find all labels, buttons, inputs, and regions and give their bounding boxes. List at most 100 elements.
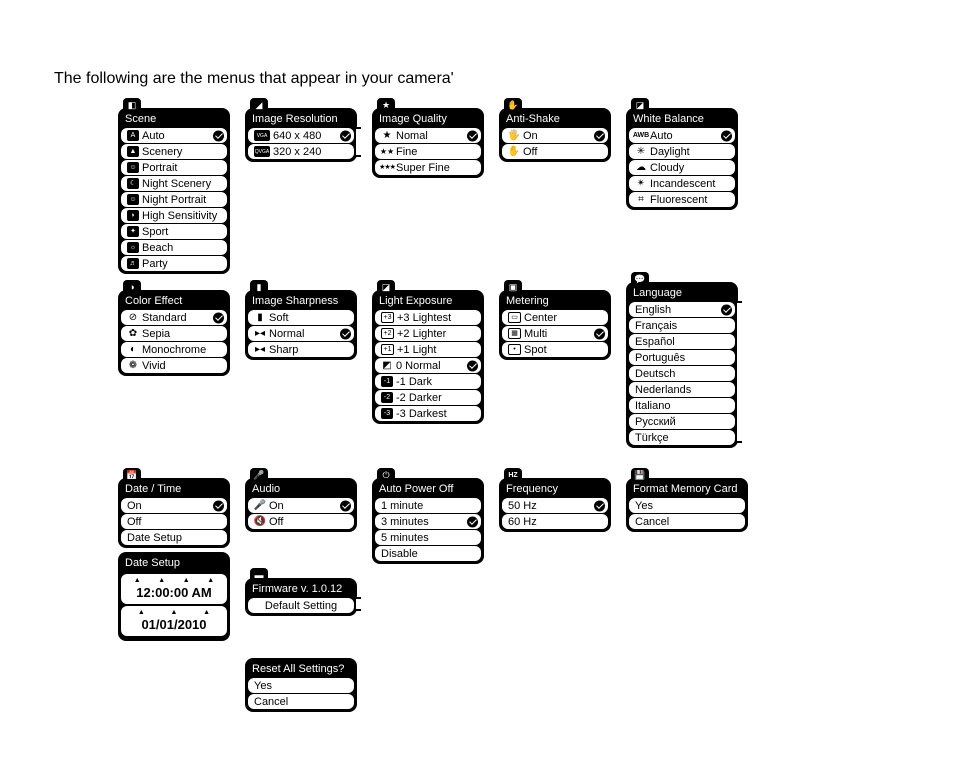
scene-panel: ◧ Scene AAuto ▲Scenery ☺Portrait ☾Night … — [118, 108, 230, 274]
wb-option[interactable]: AWBAuto — [629, 128, 735, 143]
firmware-option[interactable]: Default Setting — [248, 598, 354, 613]
check-icon — [467, 360, 478, 371]
autopower-title: Auto Power Off — [375, 481, 481, 498]
scene-option[interactable]: ◗High Sensitivity — [121, 208, 227, 223]
audio-option[interactable]: 🎤On — [248, 498, 354, 513]
format-option[interactable]: Yes — [629, 498, 745, 513]
autopower-option[interactable]: 5 minutes — [375, 530, 481, 545]
sharpness-option[interactable]: ▸◂Sharp — [248, 342, 354, 357]
sharpness-title: Image Sharpness — [248, 293, 354, 310]
reset-panel: Reset All Settings? Yes Cancel — [245, 658, 357, 712]
resolution-option[interactable]: QVGA320 x 240 — [248, 144, 354, 159]
antishake-option[interactable]: ✋Off — [502, 144, 608, 159]
sport-icon: ✦ — [127, 226, 139, 237]
quality-option[interactable]: ★★★Super Fine — [375, 160, 481, 175]
scene-option[interactable]: AAuto — [121, 128, 227, 143]
quality-option[interactable]: ★★Fine — [375, 144, 481, 159]
sharpness-option[interactable]: ▮Soft — [248, 310, 354, 325]
language-option[interactable]: Deutsch — [629, 366, 735, 381]
datetime-option[interactable]: Date Setup — [121, 530, 227, 545]
scrollbar[interactable] — [356, 596, 361, 612]
hand-off-icon: ✋ — [508, 146, 520, 158]
frequency-tab-icon: HZ — [504, 468, 522, 482]
scene-option[interactable]: ☺Portrait — [121, 160, 227, 175]
language-option[interactable]: Русский — [629, 414, 735, 429]
auto-icon: A — [127, 130, 139, 141]
time-value[interactable]: ▲▲▲▲ 12:00:00 AM — [121, 574, 227, 604]
effect-option[interactable]: ◐Monochrome — [121, 342, 227, 357]
reset-option[interactable]: Yes — [248, 678, 354, 693]
scrollbar[interactable] — [737, 300, 742, 444]
quality-title: Image Quality — [375, 111, 481, 128]
autopower-option[interactable]: 1 minute — [375, 498, 481, 513]
datetime-option[interactable]: On — [121, 498, 227, 513]
sharpness-option[interactable]: ▸◂Normal — [248, 326, 354, 341]
exposure-option[interactable]: +2+2 Lighter — [375, 326, 481, 341]
check-icon — [213, 312, 224, 323]
resolution-option[interactable]: VGA640 x 480 — [248, 128, 354, 143]
language-option[interactable]: Español — [629, 334, 735, 349]
scene-option[interactable]: ☼Beach — [121, 240, 227, 255]
effect-option[interactable]: ❁Vivid — [121, 358, 227, 373]
wb-option[interactable]: ☁Cloudy — [629, 160, 735, 175]
exposure-option[interactable]: ◩0 Normal — [375, 358, 481, 373]
check-icon — [213, 130, 224, 141]
exposure-option[interactable]: -2-2 Darker — [375, 390, 481, 405]
wb-option[interactable]: ⌗Fluorescent — [629, 192, 735, 207]
check-icon — [721, 130, 732, 141]
scene-option[interactable]: ☺Night Portrait — [121, 192, 227, 207]
metering-option[interactable]: •Spot — [502, 342, 608, 357]
date-value[interactable]: ▲▲▲ 01/01/2010 — [121, 606, 227, 636]
antishake-option[interactable]: 🖐On — [502, 128, 608, 143]
language-option[interactable]: English — [629, 302, 735, 317]
firmware-panel: ▬ Firmware v. 1.0.12 Default Setting — [245, 578, 357, 616]
exposure-option[interactable]: +1+1 Light — [375, 342, 481, 357]
wb-panel: ◪ White Balance AWBAuto ✳Daylight ☁Cloud… — [626, 108, 738, 210]
scrollbar[interactable] — [356, 126, 361, 158]
language-option[interactable]: Português — [629, 350, 735, 365]
scene-option[interactable]: ☾Night Scenery — [121, 176, 227, 191]
high-sens-icon: ◗ — [127, 210, 139, 221]
resolution-panel: ◢ Image Resolution VGA640 x 480 QVGA320 … — [245, 108, 357, 162]
wb-option[interactable]: ✳Daylight — [629, 144, 735, 159]
effect-option[interactable]: ⊘Standard — [121, 310, 227, 325]
frequency-option[interactable]: 50 Hz — [502, 498, 608, 513]
exposure-panel: ◪ Light Exposure +3+3 Lightest +2+2 Ligh… — [372, 290, 484, 424]
autopower-option[interactable]: 3 minutes — [375, 514, 481, 529]
wb-option[interactable]: ✴Incandescent — [629, 176, 735, 191]
exposure-option[interactable]: +3+3 Lightest — [375, 310, 481, 325]
exposure-option[interactable]: -3-3 Darkest — [375, 406, 481, 421]
spot-icon: • — [508, 344, 521, 355]
sepia-icon: ✿ — [127, 328, 139, 340]
scene-option[interactable]: ♬Party — [121, 256, 227, 271]
mic-off-icon: 🔇 — [254, 516, 266, 528]
datetime-option[interactable]: Off — [121, 514, 227, 529]
metering-panel: ▣ Metering ▭Center ▦Multi •Spot — [499, 290, 611, 360]
language-option[interactable]: Français — [629, 318, 735, 333]
metering-option[interactable]: ▦Multi — [502, 326, 608, 341]
autopower-option[interactable]: Disable — [375, 546, 481, 561]
check-icon — [594, 328, 605, 339]
daylight-icon: ✳ — [635, 146, 647, 158]
star3-icon: ★★★ — [381, 162, 393, 174]
check-icon — [594, 500, 605, 511]
vga-icon: VGA — [254, 130, 270, 141]
audio-option[interactable]: 🔇Off — [248, 514, 354, 529]
scene-option[interactable]: ✦Sport — [121, 224, 227, 239]
format-tab-icon: 💾 — [631, 468, 649, 482]
effect-option[interactable]: ✿Sepia — [121, 326, 227, 341]
language-option[interactable]: Nederlands — [629, 382, 735, 397]
metering-option[interactable]: ▭Center — [502, 310, 608, 325]
exposure-option[interactable]: -1-1 Dark — [375, 374, 481, 389]
format-option[interactable]: Cancel — [629, 514, 745, 529]
language-option[interactable]: Türkçe — [629, 430, 735, 445]
wb-tab-icon: ◪ — [631, 98, 649, 112]
scene-option[interactable]: ▲Scenery — [121, 144, 227, 159]
reset-option[interactable]: Cancel — [248, 694, 354, 709]
audio-tab-icon: 🎤 — [250, 468, 268, 482]
audio-panel: 🎤 Audio 🎤On 🔇Off — [245, 478, 357, 532]
frequency-panel: HZ Frequency 50 Hz 60 Hz — [499, 478, 611, 532]
frequency-option[interactable]: 60 Hz — [502, 514, 608, 529]
language-option[interactable]: Italiano — [629, 398, 735, 413]
quality-option[interactable]: ★Nomal — [375, 128, 481, 143]
